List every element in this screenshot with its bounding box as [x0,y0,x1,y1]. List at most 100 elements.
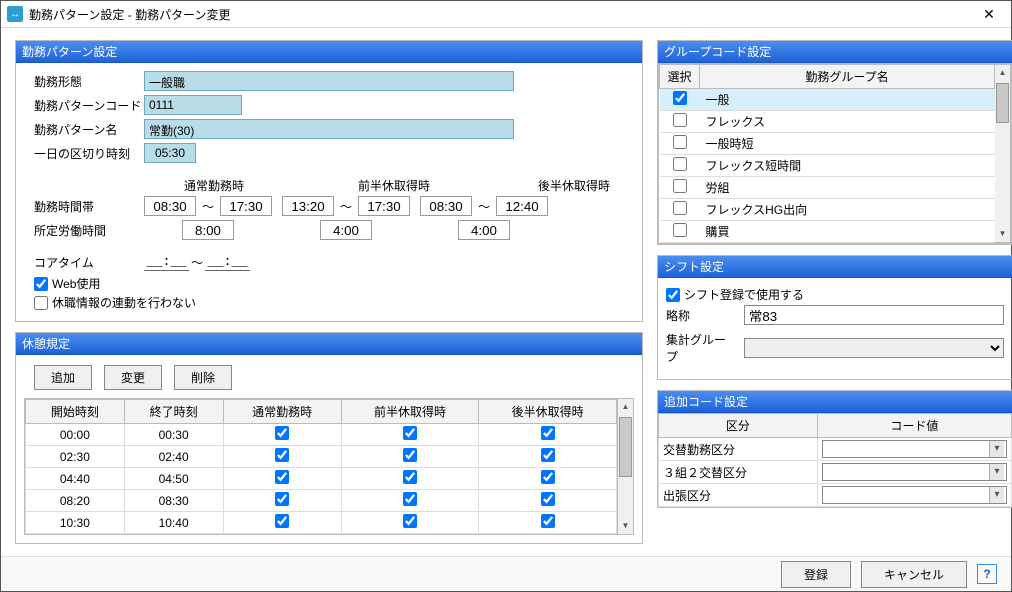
rest-edit-button[interactable]: 変更 [104,365,162,390]
pattern-header: 勤務パターン設定 [16,41,642,63]
table-row[interactable]: 02:3002:40 [26,446,617,468]
shift-use-checkbox[interactable] [666,288,680,302]
cancel-button[interactable]: キャンセル [861,561,967,588]
rest-check[interactable] [275,448,289,462]
list-item[interactable]: フレックス [660,111,995,133]
group-scrollbar[interactable]: ▲ ▼ [995,64,1011,243]
table-row[interactable]: 04:4004:50 [26,468,617,490]
group-check[interactable] [673,91,687,105]
rest-check[interactable] [403,426,417,440]
addcode-header: 追加コード設定 [658,391,1012,413]
field-daycut[interactable]: 05:30 [144,143,196,163]
group-col-sel: 選択 [660,65,700,89]
group-check[interactable] [673,157,687,171]
rest-check[interactable] [403,470,417,484]
list-item[interactable]: 一般 [660,89,995,111]
std-normal[interactable] [182,220,234,240]
addcode-panel: 追加コード設定 区分 コード値 交替勤務区分３組２交替区分出張区分 [657,390,1012,508]
scroll-thumb[interactable] [996,83,1009,123]
help-icon[interactable]: ? [977,564,997,584]
rest-scrollbar[interactable]: ▲ ▼ [618,398,634,535]
core-start[interactable] [144,255,189,271]
band-first-start[interactable] [282,196,334,216]
noleave-checkbox[interactable] [34,296,48,310]
band-normal-end[interactable] [220,196,272,216]
rest-check[interactable] [541,514,555,528]
table-row[interactable]: 00:0000:30 [26,424,617,446]
rest-col-end: 終了時刻 [124,400,223,424]
list-item[interactable]: フレックスHG出向 [660,199,995,221]
rest-col-second: 後半休取得時 [479,400,617,424]
std-second[interactable] [458,220,510,240]
group-check[interactable] [673,223,687,237]
addcode-col-kind: 区分 [659,414,818,438]
rest-check[interactable] [403,514,417,528]
group-check[interactable] [673,113,687,127]
rest-check[interactable] [403,492,417,506]
table-row[interactable]: 10:3010:40 [26,512,617,534]
group-check[interactable] [673,135,687,149]
shift-abbr-input[interactable] [744,305,1004,325]
group-table[interactable]: 選択 勤務グループ名 一般フレックス一般時短フレックス短時間労組フレックスHG出… [659,64,995,243]
col-secondhalf: 後半休取得時 [514,177,634,194]
shift-panel: シフト設定 シフト登録で使用する 略称 集計グループ [657,255,1012,380]
rest-del-button[interactable]: 削除 [174,365,232,390]
band-second-start[interactable] [420,196,472,216]
rest-col-start: 開始時刻 [26,400,125,424]
code-dropdown[interactable] [822,486,1007,504]
web-checkbox[interactable] [34,277,48,291]
col-firsthalf: 前半休取得時 [334,177,454,194]
rest-check[interactable] [541,426,555,440]
rest-check[interactable] [275,426,289,440]
scroll-up-icon[interactable]: ▲ [618,399,633,415]
rest-check[interactable] [541,492,555,506]
group-check[interactable] [673,179,687,193]
register-button[interactable]: 登録 [781,561,851,588]
col-normal: 通常勤務時 [154,177,274,194]
close-icon[interactable]: ✕ [973,2,1005,26]
rest-col-first: 前半休取得時 [341,400,479,424]
rest-add-button[interactable]: 追加 [34,365,92,390]
group-check[interactable] [673,201,687,215]
scroll-down-icon[interactable]: ▼ [618,518,633,534]
field-form[interactable]: 一般職 [144,71,514,91]
scroll-thumb[interactable] [619,417,632,477]
table-row[interactable]: 交替勤務区分 [659,438,1012,461]
addcode-table[interactable]: 区分 コード値 交替勤務区分３組２交替区分出張区分 [658,413,1012,507]
label-daycut: 一日の区切り時刻 [24,145,144,162]
list-item[interactable]: 一般時短 [660,133,995,155]
field-code[interactable]: 0111 [144,95,242,115]
code-dropdown[interactable] [822,440,1007,458]
label-name: 勤務パターン名 [24,121,144,138]
code-dropdown[interactable] [822,463,1007,481]
noleave-label: 休職情報の連動を行わない [52,294,196,311]
band-normal-start[interactable] [144,196,196,216]
label-std: 所定労働時間 [24,222,144,239]
rest-check[interactable] [541,448,555,462]
band-first-end[interactable] [358,196,410,216]
table-row[interactable]: 出張区分 [659,484,1012,507]
rest-table[interactable]: 開始時刻 終了時刻 通常勤務時 前半休取得時 後半休取得時 00:0000:30… [25,399,617,534]
scroll-down-icon[interactable]: ▼ [995,226,1010,242]
group-col-name: 勤務グループ名 [700,65,995,89]
rest-check[interactable] [275,514,289,528]
shift-agg-select[interactable] [744,338,1004,358]
label-core: コアタイム [24,254,144,271]
band-second-end[interactable] [496,196,548,216]
scroll-up-icon[interactable]: ▲ [995,65,1010,81]
table-row[interactable]: ３組２交替区分 [659,461,1012,484]
list-item[interactable]: フレックス短時間 [660,155,995,177]
std-first[interactable] [320,220,372,240]
table-row[interactable]: 08:2008:30 [26,490,617,512]
core-end[interactable] [205,255,250,271]
web-label: Web使用 [52,275,100,292]
rest-check[interactable] [541,470,555,484]
rest-check[interactable] [403,448,417,462]
rest-check[interactable] [275,492,289,506]
group-header: グループコード設定 [658,41,1012,63]
rest-check[interactable] [275,470,289,484]
field-name[interactable]: 常勤(30) [144,119,514,139]
list-item[interactable]: 労組 [660,177,995,199]
pattern-panel: 勤務パターン設定 勤務形態 一般職 勤務パターンコード 0111 勤務パターン名… [15,40,643,322]
list-item[interactable]: 購買 [660,221,995,243]
